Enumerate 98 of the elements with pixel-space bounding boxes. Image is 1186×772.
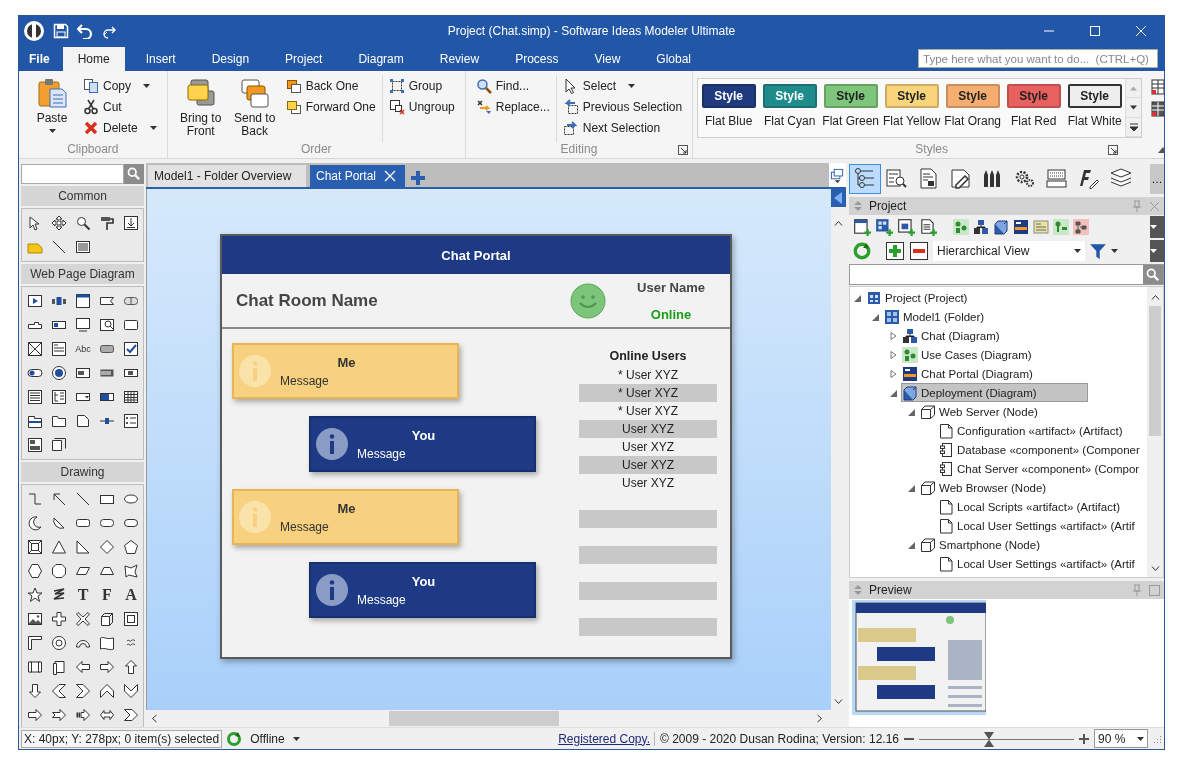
online-user: User XYZ bbox=[579, 420, 717, 438]
toolbox-section-header[interactable]: Web Page Diagram bbox=[21, 264, 144, 284]
message-text: Message bbox=[357, 446, 407, 461]
document-tab[interactable]: Model1 - Folder Overview bbox=[148, 165, 306, 187]
group-label: Styles bbox=[915, 142, 948, 158]
tree-item[interactable]: Smartphone (Node) bbox=[919, 535, 1043, 554]
ribbon-tab[interactable]: Process bbox=[500, 47, 574, 71]
command-search-field[interactable]: Type here what you want to do... (CTRL+Q) bbox=[918, 49, 1158, 68]
message-sender: Me bbox=[337, 354, 356, 370]
ribbon-button[interactable]: Cut bbox=[81, 96, 159, 117]
online-user: * User XYZ bbox=[617, 403, 679, 420]
toolbox-section-header[interactable]: Drawing bbox=[21, 462, 144, 482]
document-tab[interactable]: Chat Portal bbox=[310, 165, 405, 187]
text-tool[interactable]: F bbox=[97, 585, 117, 605]
ribbon-button[interactable]: Next Selection bbox=[560, 117, 685, 138]
style-swatch[interactable]: Style bbox=[884, 84, 939, 108]
text-tool[interactable]: Abc bbox=[73, 339, 93, 359]
style-swatch[interactable]: Style bbox=[945, 84, 1000, 108]
style-swatch[interactable]: Style bbox=[762, 84, 817, 108]
ribbon-button[interactable]: Ungroup bbox=[386, 96, 457, 117]
ribbon-tab[interactable]: Project bbox=[270, 47, 338, 71]
user-status: Online bbox=[650, 306, 692, 322]
window-title: Project (Chat.simp) - Software Ideas Modeler Ultimate bbox=[447, 24, 736, 38]
toolbox-section-header[interactable]: Common bbox=[21, 186, 144, 206]
style-name: Flat White bbox=[1067, 114, 1122, 128]
view-dropdown[interactable]: Hierarchical View bbox=[933, 241, 1085, 261]
ribbon-tab[interactable]: Global bbox=[641, 47, 706, 71]
group-label: Editing bbox=[560, 142, 598, 158]
tree-item[interactable]: Local User Settings «artifact» (Artif bbox=[937, 554, 1138, 573]
style-swatch[interactable]: Style bbox=[701, 84, 756, 108]
frame-title: Chat Portal bbox=[222, 236, 730, 274]
message-sender: You bbox=[411, 573, 436, 589]
online-users-title: Online Users bbox=[608, 349, 688, 365]
ribbon-button[interactable]: Paste bbox=[27, 75, 77, 135]
ribbon-button[interactable]: Previous Selection bbox=[560, 96, 685, 117]
group-label: Clipboard bbox=[67, 142, 119, 158]
tree-item[interactable]: Chat Portal (Diagram) bbox=[901, 364, 1036, 383]
tree-item[interactable]: Chat Server «component» (Compor bbox=[937, 459, 1143, 478]
message-text: Message bbox=[280, 519, 330, 534]
ribbon-tab[interactable]: Home bbox=[62, 47, 125, 71]
file-menu[interactable]: File bbox=[19, 47, 60, 71]
tree-item[interactable]: Model1 (Folder) bbox=[883, 307, 988, 326]
copyright-text: © 2009 - 2020 Dusan Rodina; Version: 12.16 bbox=[654, 731, 899, 746]
connection-dropdown[interactable]: Offline bbox=[226, 730, 300, 747]
style-name: Flat Red bbox=[1011, 114, 1057, 128]
ribbon-tab[interactable]: Design bbox=[196, 47, 265, 71]
style-name: Flat Yellow bbox=[883, 114, 941, 128]
style-name: Flat Green bbox=[822, 114, 879, 128]
ribbon-button[interactable]: Group bbox=[386, 75, 457, 96]
ribbon-tab[interactable]: Diagram bbox=[343, 47, 419, 71]
style-swatch[interactable]: Style bbox=[1067, 84, 1122, 108]
online-user: * User XYZ bbox=[617, 367, 679, 384]
ribbon-tab[interactable]: View bbox=[579, 47, 636, 71]
tree-item[interactable]: Web Server (Node) bbox=[919, 402, 1041, 421]
online-user: User XYZ bbox=[579, 456, 717, 474]
chat-room-name: Chat Room Name bbox=[236, 290, 379, 311]
message-sender: Me bbox=[337, 500, 356, 516]
style-name: Flat Cyan bbox=[764, 114, 816, 128]
ribbon-button[interactable]: Find... bbox=[473, 75, 552, 96]
text-tool[interactable]: T bbox=[73, 585, 93, 605]
tree-item[interactable]: Database «component» (Componer bbox=[937, 440, 1143, 459]
registered-copy-link[interactable]: Registered Copy. bbox=[558, 731, 650, 746]
text-tool[interactable]: A bbox=[121, 585, 141, 605]
user-name: User Name bbox=[637, 279, 705, 295]
tree-item[interactable]: Project (Project) bbox=[865, 288, 971, 307]
style-name: Flat Blue bbox=[705, 114, 753, 128]
ribbon-button[interactable]: Bring to Front bbox=[175, 75, 226, 140]
ribbon-button[interactable]: Copy bbox=[81, 75, 159, 96]
ribbon-button[interactable]: Back One bbox=[283, 75, 378, 96]
tree-item[interactable]: Chat (Diagram) bbox=[901, 326, 1003, 345]
ribbon-button[interactable]: Replace... bbox=[473, 96, 552, 117]
ribbon-button[interactable]: Forward One bbox=[283, 96, 378, 117]
message-text: Message bbox=[357, 592, 407, 607]
tree-item[interactable]: Local Scripts «artifact» (Artifact) bbox=[937, 497, 1123, 516]
style-swatch[interactable]: Style bbox=[1006, 84, 1061, 108]
panel-title: Preview bbox=[869, 583, 913, 597]
style-swatch[interactable]: Style bbox=[823, 84, 878, 108]
overflow-button[interactable]: … bbox=[1150, 163, 1164, 194]
online-user: User XYZ bbox=[621, 439, 675, 456]
ribbon-button[interactable]: Select bbox=[560, 75, 685, 96]
style-name: Flat Orang bbox=[944, 114, 1001, 128]
tree-item[interactable]: Web Browser (Node) bbox=[919, 478, 1050, 497]
tree-item[interactable]: Deployment (Diagram) bbox=[901, 383, 1088, 402]
tree-item[interactable]: Local User Settings «artifact» (Artif bbox=[937, 516, 1138, 535]
ribbon-button[interactable]: Delete bbox=[81, 117, 159, 138]
ribbon-tab[interactable]: Review bbox=[424, 47, 495, 71]
ribbon-tab[interactable]: Insert bbox=[130, 47, 191, 71]
zoom-dropdown[interactable]: 90 % bbox=[1094, 729, 1148, 748]
cursor-position: X: 40px; Y: 278px; 0 item(s) selected bbox=[21, 729, 223, 748]
tree-item[interactable]: Use Cases (Diagram) bbox=[901, 345, 1035, 364]
ribbon-button[interactable]: Send to Back bbox=[229, 75, 280, 140]
message-sender: You bbox=[411, 427, 436, 443]
tree-item[interactable]: Configuration «artifact» (Artifact) bbox=[937, 421, 1126, 440]
panel-title: Project bbox=[869, 199, 908, 213]
online-user: * User XYZ bbox=[579, 384, 717, 402]
online-user: User XYZ bbox=[621, 475, 675, 492]
message-text: Message bbox=[280, 373, 330, 388]
group-label: Order bbox=[300, 142, 332, 158]
